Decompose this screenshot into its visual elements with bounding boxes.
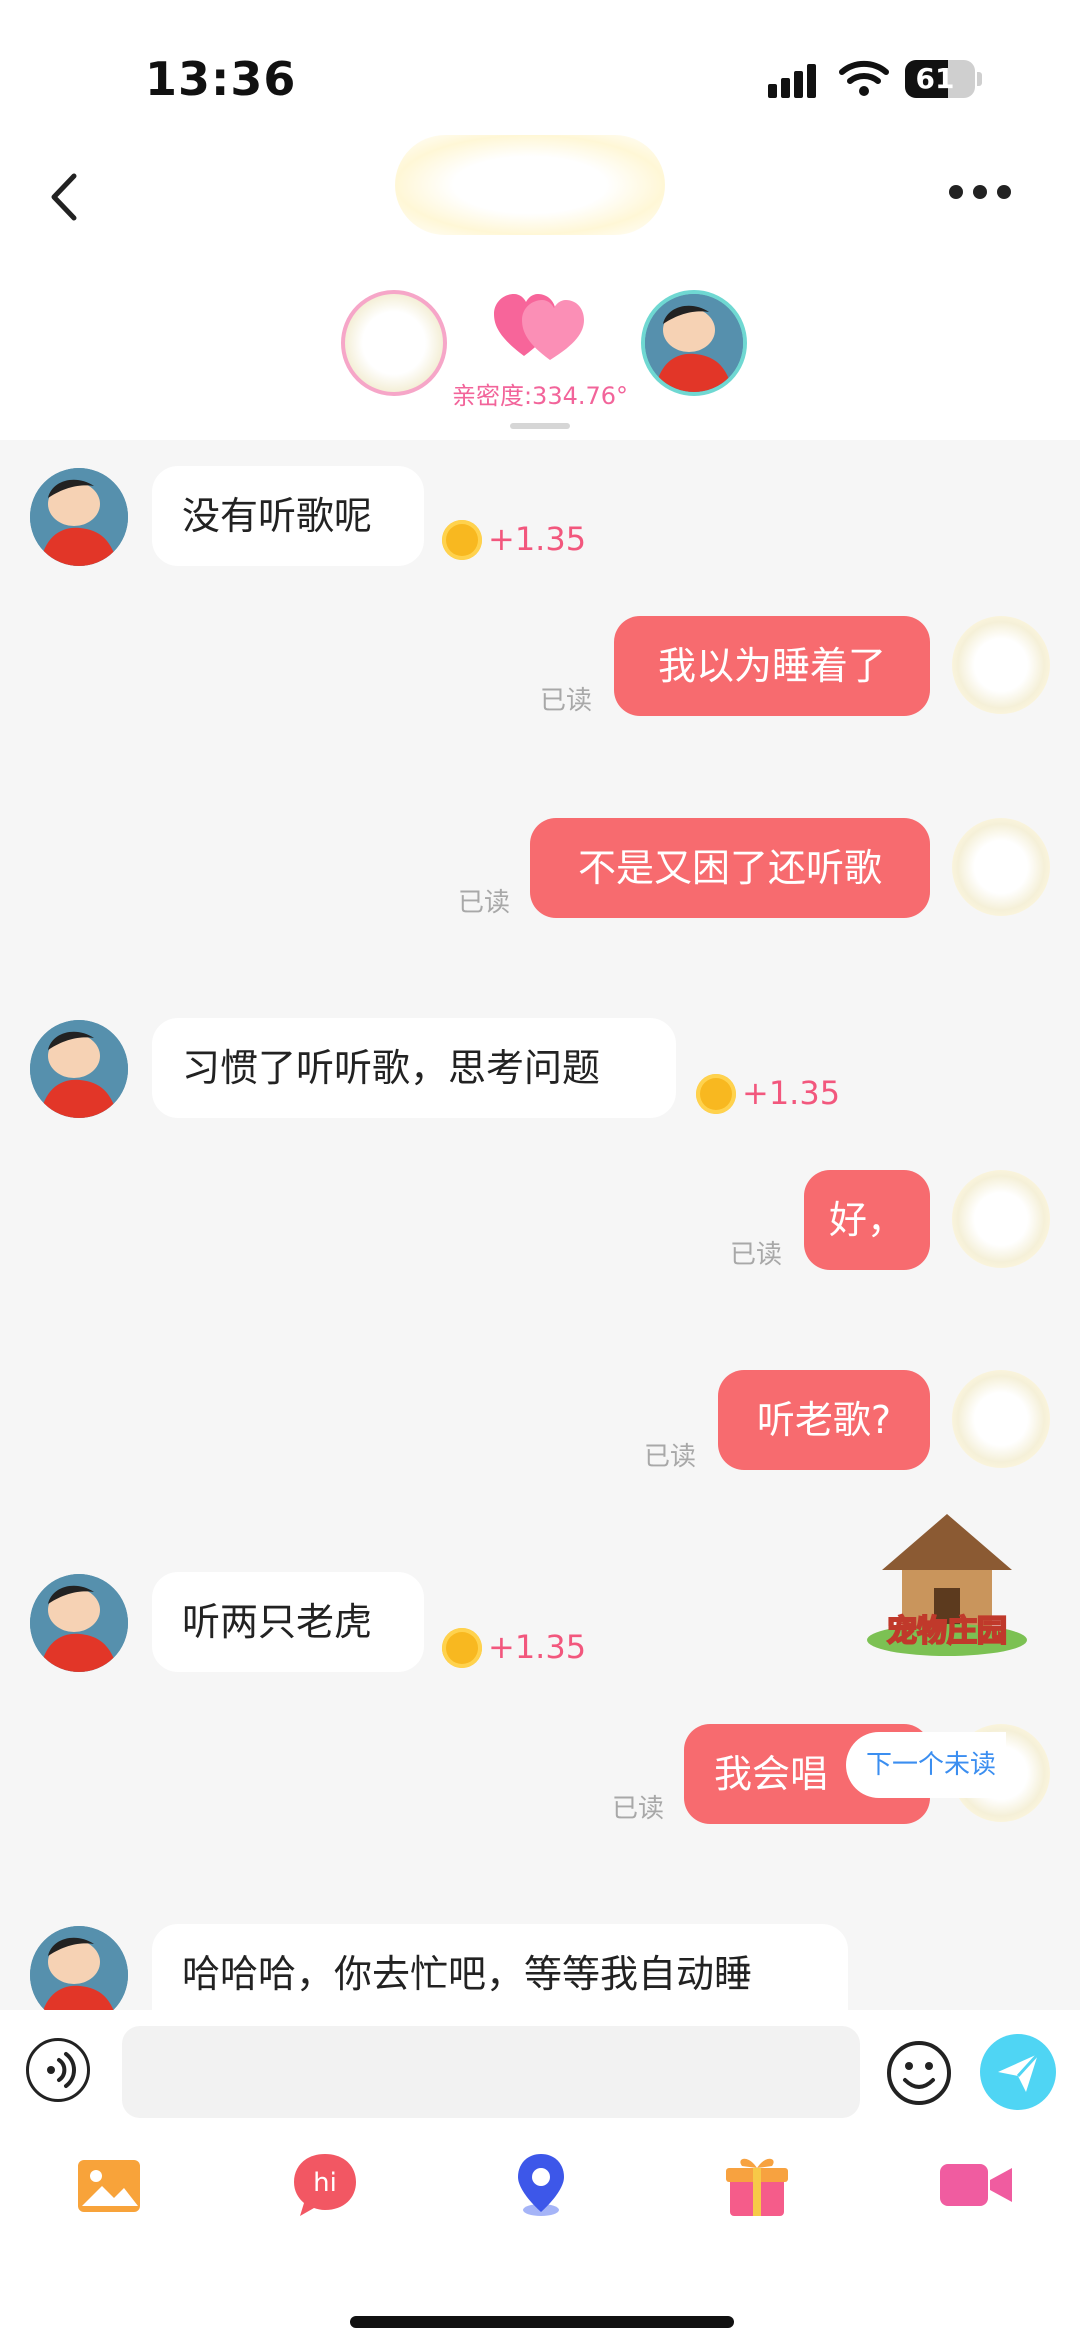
status-time: 13:36	[145, 52, 297, 106]
video-call-button[interactable]	[936, 2150, 1012, 2220]
battery-nub	[977, 72, 982, 86]
drag-handle[interactable]	[510, 423, 570, 429]
location-pin-icon	[518, 2154, 564, 2216]
gift-button[interactable]	[722, 2150, 792, 2220]
message-input[interactable]	[122, 2026, 860, 2118]
emoji-icon	[887, 2041, 951, 2105]
more-options-button[interactable]	[945, 170, 1015, 214]
send-icon	[998, 2052, 1040, 2092]
intimacy-score: 亲密度:334.76°	[451, 382, 629, 410]
reward-value: +1.35	[488, 1628, 587, 1666]
coin-icon	[696, 1074, 736, 1114]
home-indicator[interactable]	[350, 2316, 734, 2328]
incoming-message[interactable]: 习惯了听听歌，思考问题	[152, 1018, 676, 1118]
my-message-avatar[interactable]	[952, 1370, 1050, 1468]
photo-button[interactable]	[74, 2150, 144, 2220]
outgoing-message[interactable]: 听老歌?	[718, 1370, 930, 1470]
coin-icon	[442, 520, 482, 560]
read-receipt: 已读	[612, 1794, 665, 1824]
send-button[interactable]	[980, 2034, 1056, 2110]
wifi-icon	[839, 60, 889, 96]
pet-farm-banner[interactable]: 宠物庄园	[862, 1500, 1032, 1660]
incoming-message[interactable]: 没有听歌呢	[152, 466, 424, 566]
my-message-avatar[interactable]	[952, 1170, 1050, 1268]
outgoing-message[interactable]: 不是又困了还听歌	[530, 818, 930, 918]
reward-value: +1.35	[742, 1074, 841, 1112]
signal-icon	[768, 62, 820, 98]
back-arrow-icon	[51, 173, 77, 221]
reward-value: +1.35	[488, 520, 587, 558]
greeting-button[interactable]: hi	[290, 2150, 360, 2220]
svg-text:hi: hi	[313, 2168, 337, 2198]
voice-button[interactable]	[26, 2038, 90, 2102]
outgoing-message[interactable]: 好，	[804, 1170, 930, 1270]
my-message-avatar[interactable]	[952, 818, 1050, 916]
back-button[interactable]	[36, 160, 92, 234]
pet-farm-label: 宠物庄园	[886, 1613, 1008, 1650]
incoming-message[interactable]: 听两只老虎	[152, 1572, 424, 1672]
read-receipt: 已读	[540, 686, 593, 716]
my-message-avatar[interactable]	[952, 616, 1050, 714]
hi-greeting-icon: hi	[294, 2154, 356, 2216]
partner-message-avatar[interactable]	[30, 468, 128, 566]
blurred-contact-name	[395, 135, 665, 235]
read-receipt: 已读	[730, 1240, 783, 1270]
battery-icon: 61	[905, 60, 975, 98]
partner-message-avatar[interactable]	[30, 1574, 128, 1672]
gift-icon	[726, 2158, 788, 2216]
partner-message-avatar[interactable]	[30, 1020, 128, 1118]
read-receipt: 已读	[644, 1442, 697, 1472]
image-icon	[78, 2160, 140, 2212]
video-call-icon	[940, 2164, 1012, 2206]
coin-icon	[442, 1628, 482, 1668]
battery-level: 61	[915, 62, 955, 95]
location-button[interactable]	[506, 2150, 576, 2220]
emoji-button[interactable]	[886, 2040, 952, 2106]
voice-icon	[47, 2052, 76, 2088]
outgoing-message[interactable]: 我以为睡着了	[614, 616, 930, 716]
next-unread-button[interactable]: 下一个未读	[846, 1732, 1006, 1798]
hearts-icon	[494, 294, 584, 360]
read-receipt: 已读	[458, 888, 511, 918]
